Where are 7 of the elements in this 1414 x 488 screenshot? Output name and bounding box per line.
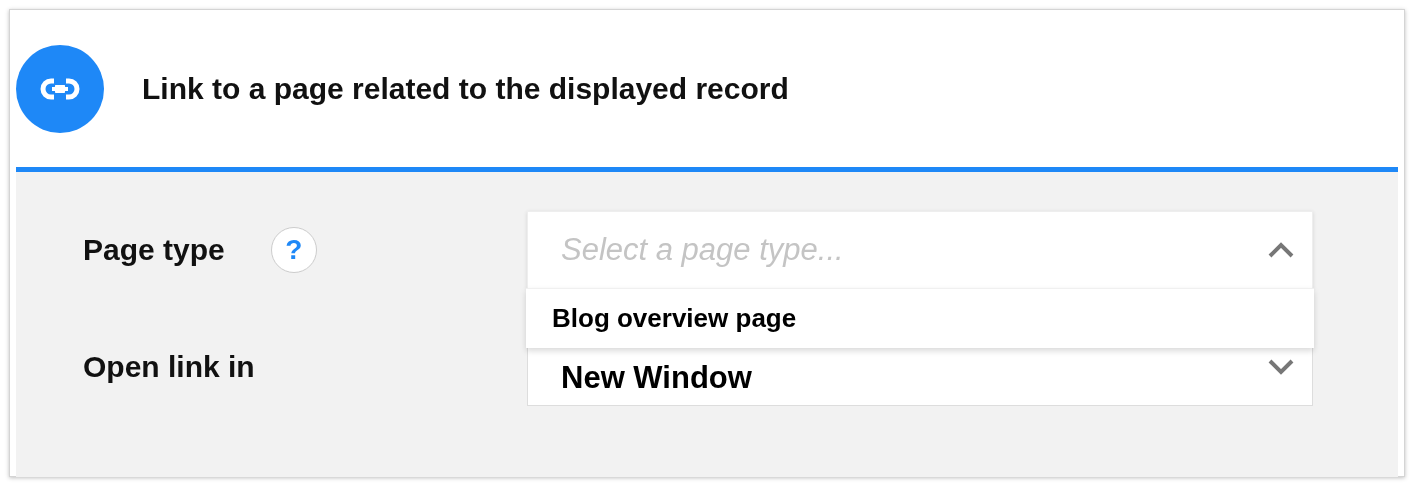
field-label: Open link in: [83, 350, 255, 384]
chevron-down-icon: [1268, 359, 1294, 375]
help-button[interactable]: ?: [270, 227, 317, 273]
chevron-up-icon: [1268, 242, 1294, 258]
field-label: Page type: [83, 233, 225, 267]
dropdown-option[interactable]: Blog overview page: [526, 289, 1314, 348]
panel-title: Link to a page related to the displayed record: [142, 71, 789, 106]
